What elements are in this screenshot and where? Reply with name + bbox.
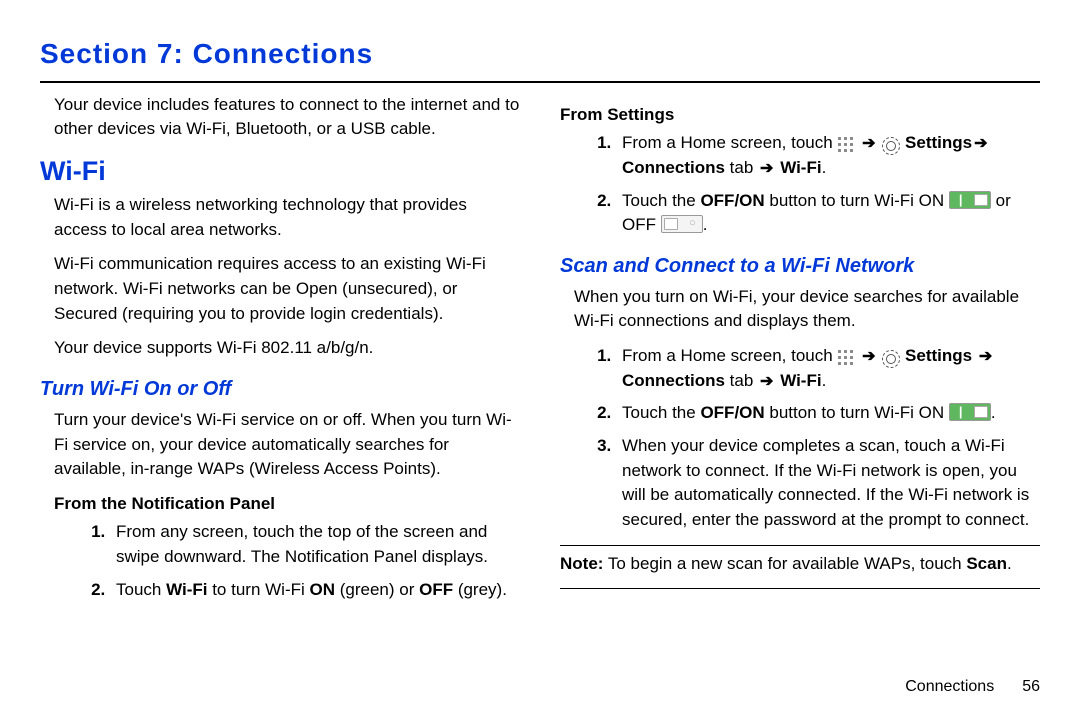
bold-text: Wi-Fi [780,371,821,390]
list-item: Touch Wi-Fi to turn Wi-Fi ON (green) or … [110,578,520,603]
bold-text: Wi-Fi [166,580,207,599]
list-item: Touch the OFF/ON button to turn Wi-Fi ON… [616,401,1040,426]
bold-text: OFF/ON [700,403,764,422]
section-title: Section 7: Connections [40,34,1040,75]
scan-connect-heading: Scan and Connect to a Wi-Fi Network [560,252,1040,281]
step-text: button to turn Wi-Fi ON [765,191,949,210]
footer-label: Connections [905,678,994,695]
wifi-heading: Wi-Fi [40,152,520,191]
arrow-icon: ➔ [758,157,775,180]
settings-gear-icon [882,350,900,368]
list-item: From a Home screen, touch ➔ Settings➔ Co… [616,131,1040,180]
note-line: Note: To begin a new scan for available … [560,552,1040,577]
step-text: (green) or [335,580,419,599]
toggle-on-icon [949,403,991,421]
step-text: tab [725,371,758,390]
page-number: 56 [1022,678,1040,695]
page-footer: Connections 56 [905,675,1040,698]
step-text: From a Home screen, touch [622,133,837,152]
step-text: From any screen, touch the top of the sc… [116,522,488,566]
arrow-icon: ➔ [972,132,989,155]
wifi-desc-1: Wi-Fi is a wireless networking technolog… [40,193,520,242]
note-rule-bottom [560,588,1040,589]
bold-text: Wi-Fi [780,158,821,177]
notification-panel-heading: From the Notification Panel [54,492,520,517]
bold-text: Settings [905,133,972,152]
intro-paragraph: Your device includes features to connect… [40,93,520,142]
apps-grid-icon [837,349,855,367]
left-column: Your device includes features to connect… [40,93,520,611]
step-text: button to turn Wi-Fi ON [765,403,949,422]
from-settings-heading: From Settings [560,103,1040,128]
arrow-icon: ➔ [860,345,877,368]
step-text: (grey). [453,580,507,599]
note-body: To begin a new scan for available WAPs, … [603,554,966,573]
settings-gear-icon [882,137,900,155]
bold-text: Scan [966,554,1007,573]
note-rule-top [560,545,1040,546]
apps-grid-icon [837,136,855,154]
toggle-off-icon [661,215,703,233]
arrow-icon: ➔ [977,345,994,368]
list-item: From any screen, touch the top of the sc… [110,520,520,569]
step-text: When your device completes a scan, touch… [622,436,1029,529]
from-settings-steps: From a Home screen, touch ➔ Settings➔ Co… [560,131,1040,238]
bold-text: ON [310,580,336,599]
bold-text: Connections [622,158,725,177]
right-column: From Settings From a Home screen, touch … [560,93,1040,611]
title-rule [40,81,1040,83]
note-label: Note: [560,554,603,573]
wifi-desc-3: Your device supports Wi-Fi 802.11 a/b/g/… [40,336,520,361]
wifi-desc-2: Wi-Fi communication requires access to a… [40,252,520,326]
turn-wifi-heading: Turn Wi-Fi On or Off [40,375,520,404]
toggle-on-icon [949,191,991,209]
bold-text: Connections [622,371,725,390]
bold-text: OFF [419,580,453,599]
arrow-icon: ➔ [758,370,775,393]
notification-steps: From any screen, touch the top of the sc… [40,520,520,602]
step-text: tab [725,158,758,177]
turn-wifi-paragraph: Turn your device's Wi-Fi service on or o… [40,408,520,482]
scan-steps: From a Home screen, touch ➔ Settings ➔ C… [560,344,1040,532]
arrow-icon: ➔ [860,132,877,155]
bold-text: Settings [905,346,972,365]
step-text: Touch [116,580,166,599]
scan-paragraph: When you turn on Wi-Fi, your device sear… [560,285,1040,334]
step-text: From a Home screen, touch [622,346,837,365]
list-item: From a Home screen, touch ➔ Settings ➔ C… [616,344,1040,393]
step-text: to turn Wi-Fi [207,580,309,599]
list-item: When your device completes a scan, touch… [616,434,1040,533]
step-text: Touch the [622,191,700,210]
step-text: Touch the [622,403,700,422]
bold-text: OFF/ON [700,191,764,210]
list-item: Touch the OFF/ON button to turn Wi-Fi ON… [616,189,1040,238]
two-column-layout: Your device includes features to connect… [40,93,1040,611]
